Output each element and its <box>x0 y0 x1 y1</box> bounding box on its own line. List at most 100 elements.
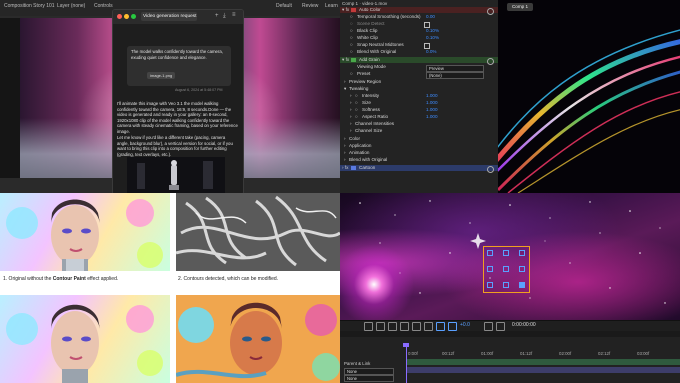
maximize-window-icon[interactable] <box>131 14 136 19</box>
aspect-ratio-value[interactable]: 1.000 <box>426 114 438 120</box>
size-value[interactable]: 1.000 <box>426 100 438 106</box>
parent-dropdown-1[interactable]: None <box>344 368 394 375</box>
reset-icon[interactable] <box>487 165 494 173</box>
rulers-icon[interactable] <box>412 322 421 331</box>
guides-icon[interactable] <box>388 322 397 331</box>
param-viewing-mode[interactable]: Viewing Mode Preview <box>340 64 498 72</box>
transparency-icon[interactable] <box>436 322 445 331</box>
contour-paint-result-image <box>176 295 340 383</box>
group-application[interactable]: › Application <box>340 143 498 149</box>
show-snapshot-icon[interactable] <box>496 322 505 331</box>
contours-art <box>176 193 340 271</box>
effect-auto-color[interactable]: ▾ fx Auto Color <box>340 7 498 15</box>
softness-value[interactable]: 1.000 <box>426 107 438 113</box>
time-ruler-tick: 01:00f <box>481 351 494 356</box>
minimize-window-icon[interactable] <box>124 14 129 19</box>
timeline-panel: Parent & Link None None <box>340 331 680 383</box>
effects-panel-title: Comp 1 · video-1.mov <box>342 0 388 6</box>
generated-video-thumbnail[interactable] <box>127 157 225 193</box>
layer-bar[interactable] <box>406 359 680 365</box>
camera-snapshot-icon[interactable] <box>484 322 493 331</box>
chat-titlebar: Video generation request + ⤓ ≡ <box>113 10 243 24</box>
message-timestamp: August 6, 2024 at 5:48:07 PM <box>175 88 223 92</box>
transform-handle[interactable] <box>487 282 493 288</box>
assistant-reply-1: I'll animate this image with Veo 3.1 the… <box>117 101 238 134</box>
group-channel-size[interactable]: › Channel Size <box>340 128 498 134</box>
exposure-value[interactable]: +0.0 <box>460 322 470 328</box>
preset-dropdown[interactable]: (None) <box>426 71 484 79</box>
transform-handle[interactable] <box>503 250 509 256</box>
download-icon[interactable]: ⤓ <box>223 13 226 20</box>
param-size[interactable]: › ○ Size 1.000 <box>340 100 498 106</box>
intensity-value[interactable]: 1.000 <box>426 93 438 99</box>
tab-composition[interactable]: Composition Story 101 <box>4 3 55 9</box>
param-blend-with-original[interactable]: ○ Blend With Original 0.0% <box>340 49 498 55</box>
region-icon[interactable] <box>424 322 433 331</box>
param-aspect-ratio[interactable]: › ○ Aspect Ratio 1.000 <box>340 114 498 120</box>
transform-handle[interactable] <box>487 266 493 272</box>
transform-handle[interactable] <box>503 266 509 272</box>
param-softness[interactable]: › ○ Softness 1.000 <box>340 107 498 113</box>
workspace-learn[interactable]: Learn <box>325 3 338 9</box>
blend-value[interactable]: 0.0% <box>426 49 436 55</box>
playhead-handle[interactable] <box>403 343 409 347</box>
group-blend-with-original[interactable]: › Blend with Original <box>340 157 498 163</box>
attachment-chip[interactable]: image-1.png <box>147 72 176 79</box>
param-intensity[interactable]: › ○ Intensity 1.000 <box>340 93 498 99</box>
selection-box[interactable] <box>483 246 530 293</box>
transform-handle[interactable] <box>487 250 493 256</box>
temporal-smoothing-value[interactable]: 0.00 <box>426 14 435 20</box>
time-ruler-tick: 02:12f <box>598 351 611 356</box>
effect-add-grain[interactable]: ▾ fx Add Grain <box>340 57 498 65</box>
group-animation[interactable]: › Animation <box>340 150 498 156</box>
portrait-original-art <box>6 199 163 271</box>
transform-handle[interactable] <box>519 266 525 272</box>
grid-icon[interactable] <box>376 322 385 331</box>
effects-panel-titlebar: Comp 1 · video-1.mov <box>340 0 498 7</box>
param-black-clip[interactable]: ○ Black Clip 0.10% <box>340 28 498 34</box>
parent-dropdown-2[interactable]: None <box>344 375 394 382</box>
layer-bar[interactable] <box>406 367 680 373</box>
transform-handle[interactable] <box>503 282 509 288</box>
new-chat-icon[interactable]: + <box>215 13 219 19</box>
param-white-clip[interactable]: ○ White Clip 0.10% <box>340 35 498 41</box>
light-streaks-viewer <box>498 0 680 193</box>
tab-layer[interactable]: Layer (none) <box>57 3 85 9</box>
param-snap-neutral-midtones[interactable]: ○ Snap Neutral Midtones <box>340 42 498 49</box>
param-preset[interactable]: ○ Preset (None) <box>340 71 498 79</box>
video-thumbnail-art <box>127 157 225 193</box>
channel-icon[interactable] <box>448 322 457 331</box>
mask-icon[interactable] <box>400 322 409 331</box>
tab-controls[interactable]: Controls <box>94 3 113 9</box>
portrait-second-art <box>6 304 163 383</box>
portrait-original-image <box>0 193 170 271</box>
white-clip-value[interactable]: 0.10% <box>426 35 439 41</box>
param-temporal-smoothing[interactable]: ○ Temporal Smoothing (seconds) 0.00 <box>340 14 498 20</box>
label-color-swatch[interactable] <box>351 8 356 12</box>
label-color-swatch[interactable] <box>351 58 356 62</box>
caption-original: 1. Original without the Contour Paint ef… <box>3 276 119 282</box>
current-timecode[interactable]: 0:00:00:00 <box>512 322 536 328</box>
playhead[interactable] <box>406 345 407 383</box>
close-window-icon[interactable] <box>117 14 122 19</box>
transform-handle[interactable] <box>519 282 525 288</box>
black-clip-value[interactable]: 0.10% <box>426 28 439 34</box>
workspace-review[interactable]: Review <box>302 3 318 9</box>
light-streaks-art <box>498 29 680 193</box>
portrait-second-image <box>0 295 170 383</box>
param-scene-detect[interactable]: ○ Scene Detect <box>340 21 498 28</box>
group-tweaking[interactable]: ▾ Tweaking <box>340 86 498 92</box>
label-color-swatch[interactable] <box>351 166 356 170</box>
group-preview-region[interactable]: › Preview Region <box>340 79 498 85</box>
time-ruler-tick: 03:00f <box>637 351 650 356</box>
more-icon[interactable]: ≡ <box>232 12 236 18</box>
effect-cartoon[interactable]: › fx Cartoon <box>340 165 498 173</box>
tools-strip <box>0 18 20 178</box>
group-channel-intensities[interactable]: › Channel Intensities <box>340 121 498 127</box>
magnification-icon[interactable] <box>364 322 373 331</box>
assistant-reply-2: Let me know if you'd like a different ta… <box>117 135 233 157</box>
transform-handle[interactable] <box>519 250 525 256</box>
group-color[interactable]: › Color <box>340 136 498 142</box>
comp-tab[interactable]: Comp 1 <box>507 3 533 11</box>
workspace-default[interactable]: Default <box>276 3 292 9</box>
